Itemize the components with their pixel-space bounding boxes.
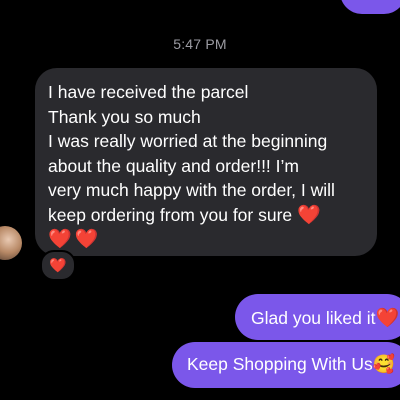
outgoing-message-bubble[interactable]: Glad you liked it❤️ (235, 294, 400, 340)
incoming-message-bubble[interactable]: I have received the parcel Thank you so … (35, 68, 377, 256)
red-heart-emoji: ❤️ (297, 203, 321, 226)
chat-screen: 5:47 PM I have received the parcel Thank… (0, 0, 400, 400)
heart-reaction-icon: ❤️ (49, 258, 67, 274)
outgoing-message-bubble[interactable]: Keep Shopping With Us🥰 (172, 342, 400, 388)
red-heart-emoji: ❤️ (74, 228, 99, 250)
incoming-message-line: I have received the parcel (48, 82, 249, 102)
outgoing-message-text: Keep Shopping With Us (187, 354, 373, 374)
red-heart-emoji: ❤️ (375, 307, 400, 329)
previous-outgoing-message-bubble[interactable] (340, 0, 400, 14)
incoming-message-line: very much happy with the order, I will (48, 180, 335, 200)
smiling-face-with-hearts-emoji: 🥰 (372, 354, 396, 375)
message-timestamp: 5:47 PM (173, 36, 227, 52)
incoming-message-line: about the quality and order!!! I’m (48, 155, 299, 176)
sender-avatar[interactable] (0, 226, 22, 260)
heart-emoji-line: ❤️ ❤️ (48, 227, 363, 252)
incoming-message-line: Thank you so much (48, 106, 201, 127)
red-heart-emoji: ❤️ (48, 228, 72, 250)
incoming-message-line-with-heart: keep ordering from you for sure ❤️ (48, 203, 363, 228)
message-reaction-badge[interactable]: ❤️ (40, 250, 76, 281)
outgoing-message-text: Glad you liked it (251, 308, 376, 328)
incoming-message-line: I was really worried at the beginning (48, 131, 328, 151)
incoming-message-line-text: keep ordering from you for sure (48, 204, 293, 225)
